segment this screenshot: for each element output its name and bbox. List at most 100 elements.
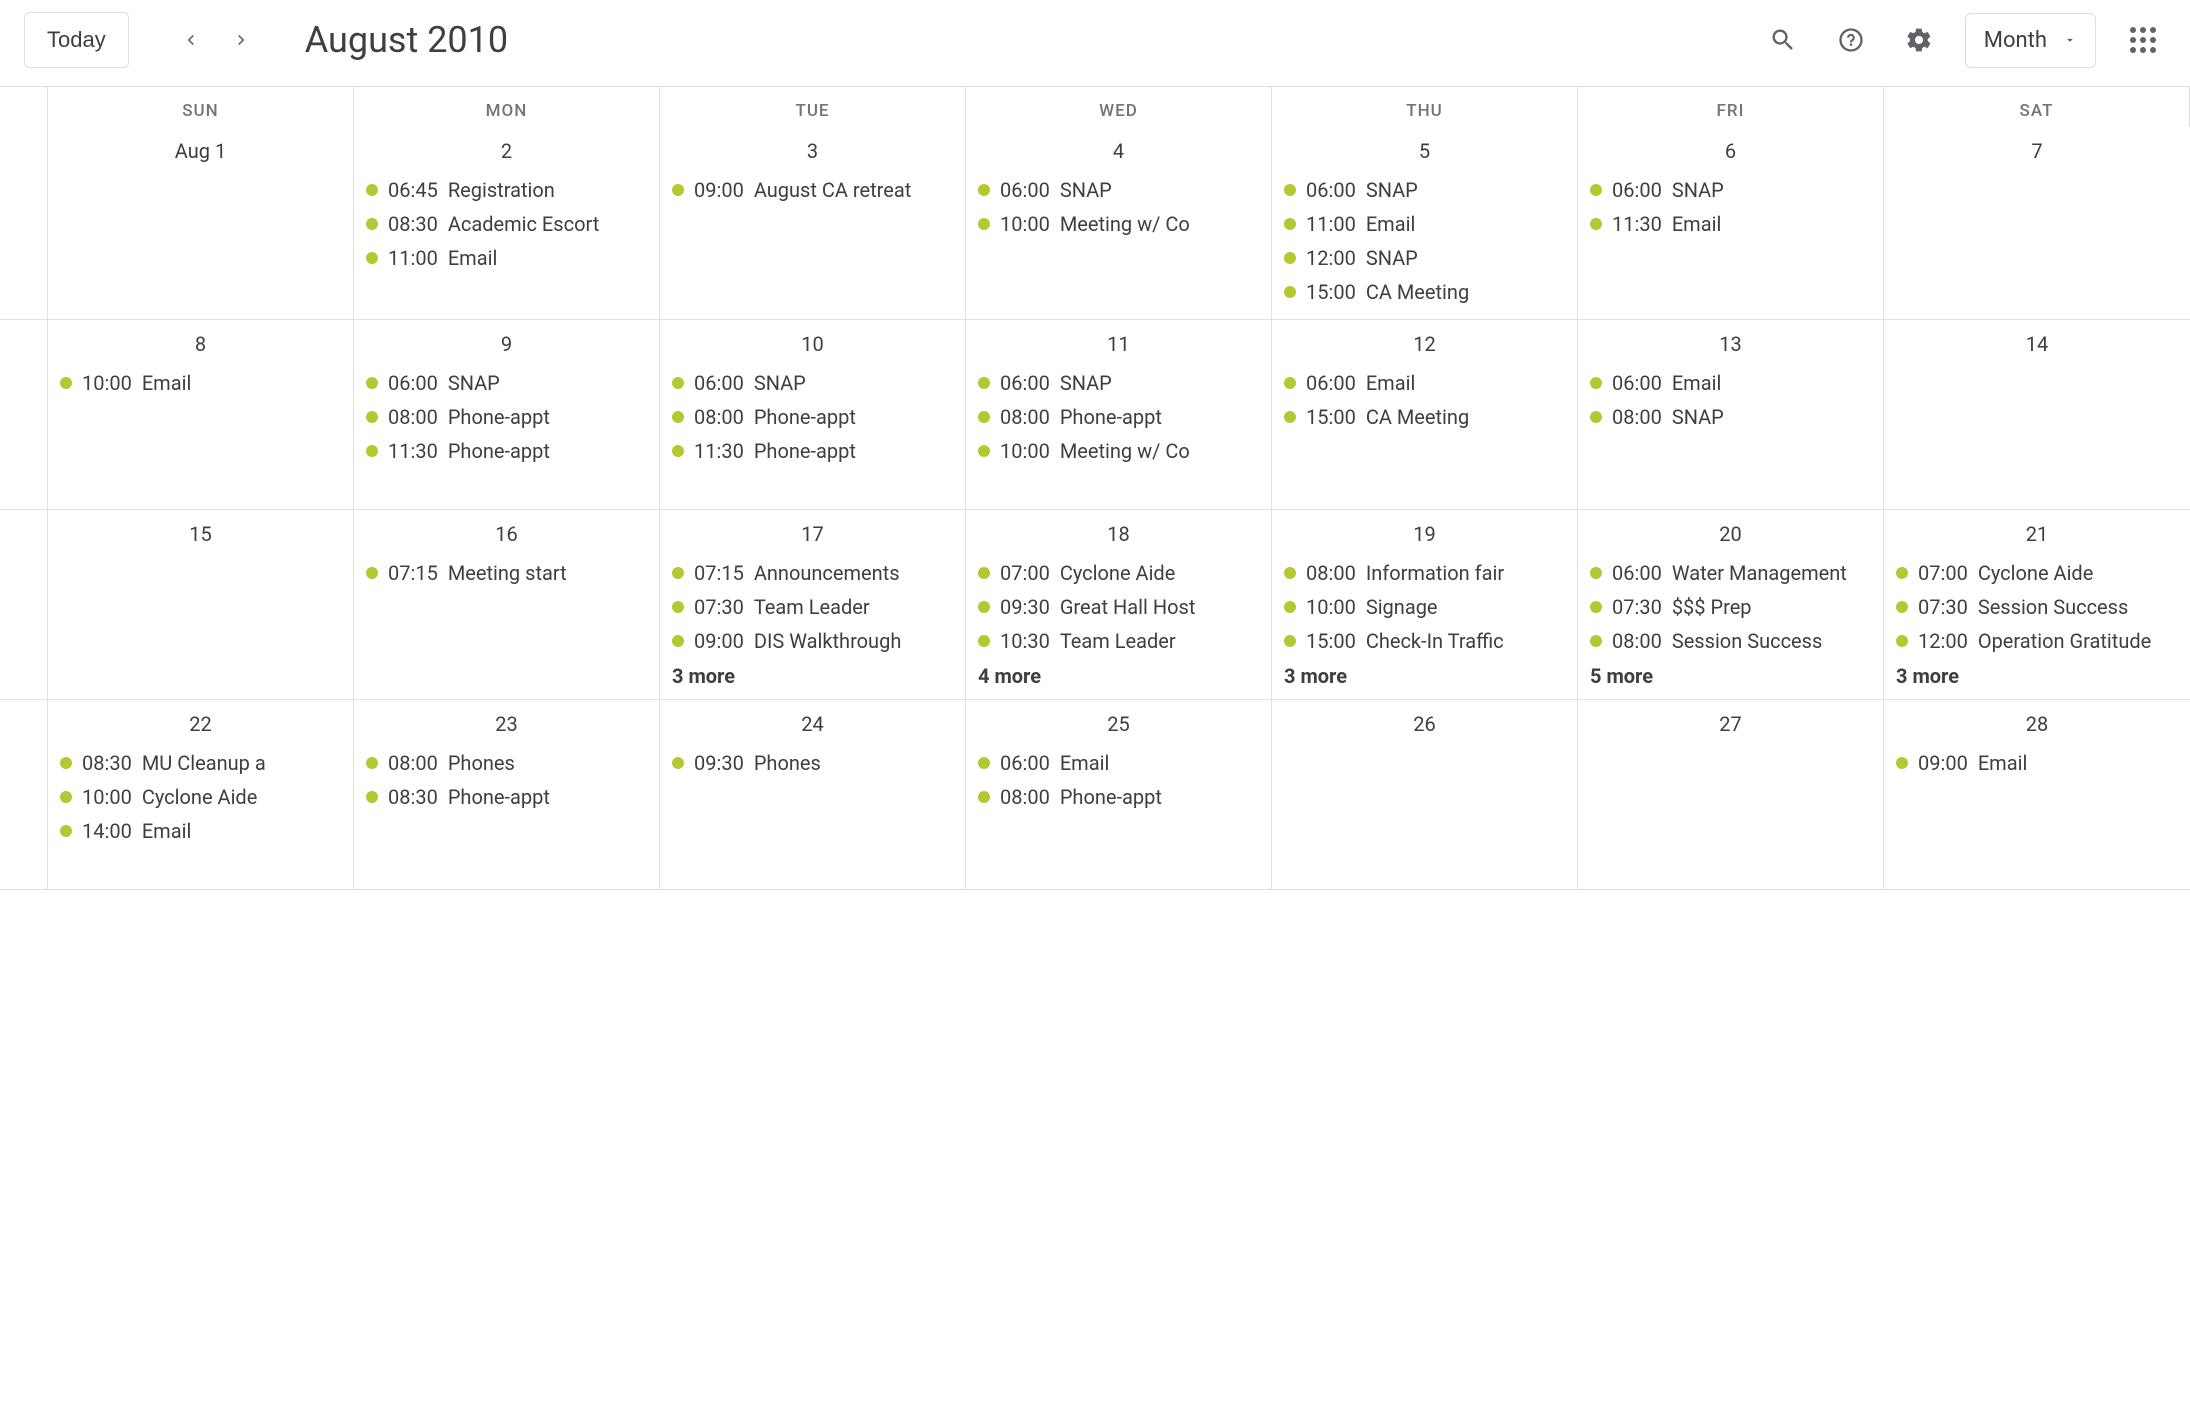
day-cell[interactable]: 1206:00Email15:00CA Meeting	[1272, 320, 1578, 510]
day-cell[interactable]: 7	[1884, 127, 2190, 320]
calendar-event[interactable]: 06:00Email	[1280, 366, 1569, 400]
calendar-event[interactable]: 08:00Phones	[362, 746, 651, 780]
calendar-event[interactable]: 11:30Email	[1586, 207, 1875, 241]
day-cell[interactable]: 1607:15Meeting start	[354, 510, 660, 700]
view-selector[interactable]: Month	[1965, 13, 2096, 68]
event-title: Signage	[1366, 595, 1438, 619]
event-time: 11:30	[1612, 212, 1662, 236]
calendar-event[interactable]: 09:30Great Hall Host	[974, 590, 1263, 624]
calendar-event[interactable]: 10:00Signage	[1280, 590, 1569, 624]
calendar-event[interactable]: 08:00Phone-appt	[974, 400, 1263, 434]
calendar-event[interactable]: 15:00CA Meeting	[1280, 400, 1569, 434]
calendar-event[interactable]: 07:15Announcements	[668, 556, 957, 590]
day-cell[interactable]: 15	[48, 510, 354, 700]
day-cell[interactable]: 26	[1272, 700, 1578, 890]
search-button[interactable]	[1761, 18, 1805, 62]
calendar-event[interactable]: 15:00CA Meeting	[1280, 275, 1569, 309]
day-cell[interactable]: 1106:00SNAP08:00Phone-appt10:00Meeting w…	[966, 320, 1272, 510]
calendar-event[interactable]: 06:00SNAP	[1586, 173, 1875, 207]
calendar-event[interactable]: 15:00Check-In Traffic	[1280, 624, 1569, 658]
calendar-event[interactable]: 06:00SNAP	[974, 366, 1263, 400]
day-cell[interactable]: 406:00SNAP10:00Meeting w/ Co	[966, 127, 1272, 320]
calendar-event[interactable]: 10:30Team Leader	[974, 624, 1263, 658]
more-events-link[interactable]: 3 more	[1280, 658, 1569, 688]
more-events-link[interactable]: 5 more	[1586, 658, 1875, 688]
calendar-event[interactable]: 09:00August CA retreat	[668, 173, 957, 207]
day-cell[interactable]: 2409:30Phones	[660, 700, 966, 890]
calendar-event[interactable]: 09:00Email	[1892, 746, 2182, 780]
day-cell[interactable]: 27	[1578, 700, 1884, 890]
day-cell[interactable]: 1006:00SNAP08:00Phone-appt11:30Phone-app…	[660, 320, 966, 510]
day-cell[interactable]: 2506:00Email08:00Phone-appt	[966, 700, 1272, 890]
calendar-event[interactable]: 07:30$$$ Prep	[1586, 590, 1875, 624]
event-time: 08:30	[388, 212, 438, 236]
event-dot-icon	[672, 445, 684, 457]
day-cell[interactable]: 1908:00Information fair10:00Signage15:00…	[1272, 510, 1578, 700]
calendar-event[interactable]: 09:00DIS Walkthrough	[668, 624, 957, 658]
calendar-event[interactable]: 12:00Operation Gratitude	[1892, 624, 2182, 658]
calendar-event[interactable]: 10:00Email	[56, 366, 345, 400]
calendar-event[interactable]: 08:30Phone-appt	[362, 780, 651, 814]
calendar-event[interactable]: 08:00Phone-appt	[974, 780, 1263, 814]
day-cell[interactable]: 2208:30MU Cleanup a10:00Cyclone Aide14:0…	[48, 700, 354, 890]
more-events-link[interactable]: 4 more	[974, 658, 1263, 688]
day-cell[interactable]: 2308:00Phones08:30Phone-appt	[354, 700, 660, 890]
settings-button[interactable]	[1897, 18, 1941, 62]
calendar-event[interactable]: 06:00Email	[974, 746, 1263, 780]
day-cell[interactable]: 1707:15Announcements07:30Team Leader09:0…	[660, 510, 966, 700]
calendar-event[interactable]: 07:30Team Leader	[668, 590, 957, 624]
calendar-event[interactable]: 10:00Meeting w/ Co	[974, 434, 1263, 468]
calendar-event[interactable]: 08:00Information fair	[1280, 556, 1569, 590]
day-cell[interactable]: 2809:00Email	[1884, 700, 2190, 890]
calendar-event[interactable]: 07:00Cyclone Aide	[1892, 556, 2182, 590]
calendar-event[interactable]: 14:00Email	[56, 814, 345, 848]
more-events-link[interactable]: 3 more	[1892, 658, 2182, 688]
date-label: 27	[1586, 708, 1875, 746]
calendar-event[interactable]: 11:30Phone-appt	[668, 434, 957, 468]
day-cell[interactable]: 14	[1884, 320, 2190, 510]
event-time: 06:00	[1000, 178, 1050, 202]
calendar-event[interactable]: 10:00Cyclone Aide	[56, 780, 345, 814]
calendar-event[interactable]: 08:00Session Success	[1586, 624, 1875, 658]
day-cell[interactable]: 506:00SNAP11:00Email12:00SNAP15:00CA Mee…	[1272, 127, 1578, 320]
calendar-event[interactable]: 06:45Registration	[362, 173, 651, 207]
calendar-event[interactable]: 07:00Cyclone Aide	[974, 556, 1263, 590]
calendar-event[interactable]: 08:30Academic Escort	[362, 207, 651, 241]
today-button[interactable]: Today	[24, 12, 129, 68]
calendar-event[interactable]: 11:30Phone-appt	[362, 434, 651, 468]
calendar-event[interactable]: 10:00Meeting w/ Co	[974, 207, 1263, 241]
day-cell[interactable]: 206:45Registration08:30Academic Escort11…	[354, 127, 660, 320]
calendar-event[interactable]: 09:30Phones	[668, 746, 957, 780]
calendar-event[interactable]: 07:30Session Success	[1892, 590, 2182, 624]
calendar-event[interactable]: 08:00SNAP	[1586, 400, 1875, 434]
day-cell[interactable]: 1807:00Cyclone Aide09:30Great Hall Host1…	[966, 510, 1272, 700]
calendar-event[interactable]: 06:00SNAP	[668, 366, 957, 400]
day-cell[interactable]: 1306:00Email08:00SNAP	[1578, 320, 1884, 510]
calendar-event[interactable]: 06:00Water Management	[1586, 556, 1875, 590]
day-cell[interactable]: 2006:00Water Management07:30$$$ Prep08:0…	[1578, 510, 1884, 700]
calendar-event[interactable]: 12:00SNAP	[1280, 241, 1569, 275]
calendar-event[interactable]: 08:00Phone-appt	[362, 400, 651, 434]
calendar-event[interactable]: 06:00SNAP	[1280, 173, 1569, 207]
more-events-link[interactable]: 3 more	[668, 658, 957, 688]
day-cell[interactable]: 606:00SNAP11:30Email	[1578, 127, 1884, 320]
calendar-event[interactable]: 08:00Phone-appt	[668, 400, 957, 434]
day-cell[interactable]: 309:00August CA retreat	[660, 127, 966, 320]
day-cell[interactable]: 2107:00Cyclone Aide07:30Session Success1…	[1884, 510, 2190, 700]
day-cell[interactable]: 810:00Email	[48, 320, 354, 510]
calendar-event[interactable]: 08:30MU Cleanup a	[56, 746, 345, 780]
day-cell[interactable]: 906:00SNAP08:00Phone-appt11:30Phone-appt	[354, 320, 660, 510]
apps-button[interactable]	[2120, 17, 2166, 63]
help-button[interactable]	[1829, 18, 1873, 62]
day-cell[interactable]: Aug 1	[48, 127, 354, 320]
event-title: SNAP	[1060, 178, 1112, 202]
prev-month-button[interactable]	[169, 18, 213, 62]
calendar-event[interactable]: 06:00SNAP	[362, 366, 651, 400]
event-title: Meeting w/ Co	[1060, 439, 1190, 463]
calendar-event[interactable]: 06:00 SNAP	[974, 173, 1263, 207]
next-month-button[interactable]	[219, 18, 263, 62]
calendar-event[interactable]: 11:00Email	[1280, 207, 1569, 241]
calendar-event[interactable]: 11:00Email	[362, 241, 651, 275]
calendar-event[interactable]: 07:15Meeting start	[362, 556, 651, 590]
calendar-event[interactable]: 06:00Email	[1586, 366, 1875, 400]
